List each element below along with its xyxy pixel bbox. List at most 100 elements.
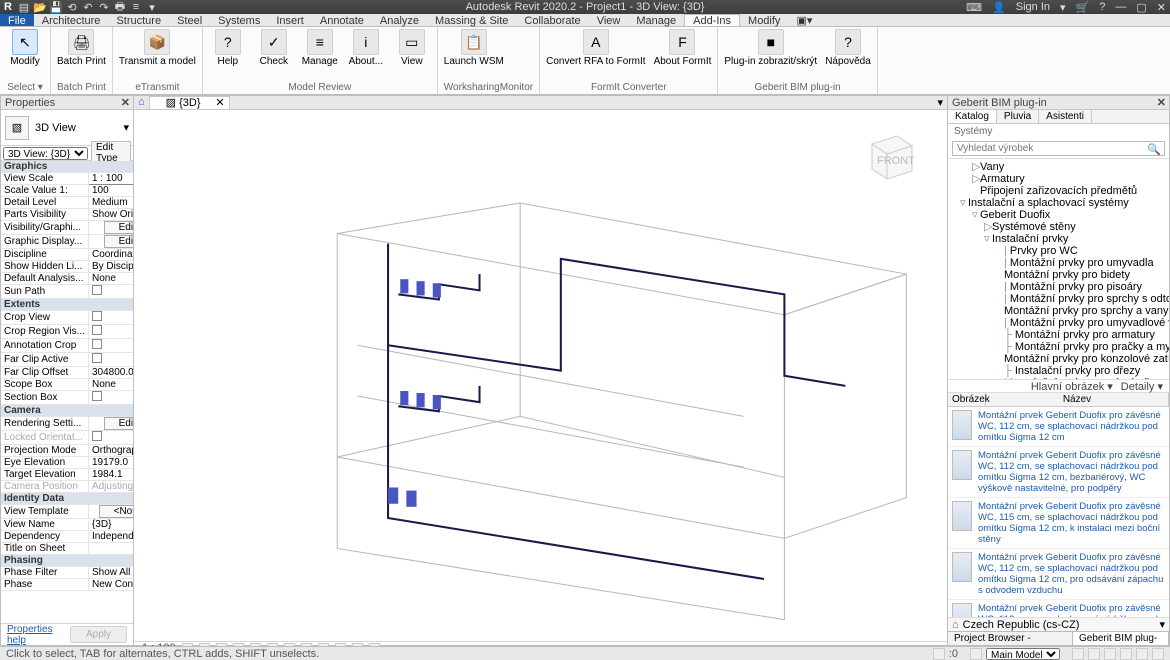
prop-value[interactable]: Orthographic xyxy=(88,445,133,457)
plugin-tab-katalog[interactable]: Katalog xyxy=(948,110,997,123)
tree-node[interactable]: ▿Instalační a splachovací systémy xyxy=(948,197,1169,209)
user-icon[interactable]: 👤 xyxy=(992,1,1006,14)
tab-insert[interactable]: Insert xyxy=(268,14,312,26)
bottom-tab[interactable]: Project Browser - Project1 xyxy=(948,632,1073,645)
prop-value[interactable]: {3D} xyxy=(88,519,133,531)
maximize-icon[interactable]: ▢ xyxy=(1136,1,1146,14)
tab-massing-site[interactable]: Massing & Site xyxy=(427,14,516,26)
tree-twist-icon[interactable]: ▷ xyxy=(984,221,992,233)
select-links-icon[interactable] xyxy=(1072,648,1084,660)
panel-menu-icon[interactable]: ▾ xyxy=(933,96,947,109)
select-underlay-icon[interactable] xyxy=(1088,648,1100,660)
catalog-item[interactable]: Montážní prvek Geberit Duofix pro závěsn… xyxy=(948,407,1169,447)
tab-systems[interactable]: Systems xyxy=(210,14,268,26)
prop-value[interactable]: <None> xyxy=(88,505,133,519)
help-icon[interactable]: ? xyxy=(1099,1,1105,13)
catalog-item[interactable]: Montážní prvek Geberit Duofix pro závěsn… xyxy=(948,600,1169,617)
filter-icon[interactable] xyxy=(1152,648,1164,660)
qat-more-icon[interactable]: ▾ xyxy=(146,1,158,13)
ribbon-convert-rfa-to-formit-button[interactable]: AConvert RFA to FormIt xyxy=(546,29,645,67)
tree-node[interactable]: Montážní prvky pro bidety xyxy=(948,269,1169,281)
qat-print-icon[interactable]: 🖶 xyxy=(114,1,126,13)
tree-node[interactable]: ▿Instalační prvky xyxy=(948,233,1169,245)
prop-value[interactable] xyxy=(88,339,133,353)
drag-icon[interactable] xyxy=(1136,648,1148,660)
tree-twist-icon[interactable]: ▷ xyxy=(972,161,980,173)
tree-node[interactable]: | Montážní prvky pro umyvadlové výlevky xyxy=(948,317,1169,329)
tab-collaborate[interactable]: Collaborate xyxy=(516,14,588,26)
catalog-item[interactable]: Montážní prvek Geberit Duofix pro závěsn… xyxy=(948,447,1169,498)
3d-viewport[interactable]: FRONT xyxy=(134,110,947,641)
prop-value[interactable]: 1 : 100 xyxy=(88,173,133,185)
ribbon-check-button[interactable]: ✓Check xyxy=(255,29,293,67)
keyboard-icon[interactable]: ⌨ xyxy=(966,1,982,14)
ribbon-manage-button[interactable]: ≡Manage xyxy=(301,29,339,67)
document-tab[interactable]: ▨ {3D} ✕ xyxy=(149,96,230,109)
prop-value[interactable]: By Discipline xyxy=(88,261,133,273)
home-icon[interactable]: ⌂ xyxy=(952,619,959,631)
view-cube[interactable]: FRONT xyxy=(857,124,917,184)
prop-value[interactable] xyxy=(88,543,133,555)
tab-analyze[interactable]: Analyze xyxy=(372,14,427,26)
typebox-dropdown-icon[interactable]: ▾ xyxy=(123,121,129,134)
plugin-tab-pluvia[interactable]: Pluvia xyxy=(997,110,1039,123)
tab-architecture[interactable]: Architecture xyxy=(34,14,109,26)
properties-help-link[interactable]: Properties help xyxy=(7,624,70,646)
prop-value[interactable] xyxy=(88,353,133,367)
model-icon[interactable] xyxy=(970,648,982,660)
select-face-icon[interactable] xyxy=(1120,648,1132,660)
prop-value[interactable]: 304800.0 xyxy=(88,367,133,379)
main-model-select[interactable]: Main Model xyxy=(986,648,1060,660)
plugin-tab-asistenti[interactable]: Asistenti xyxy=(1039,110,1092,123)
close-plugin-icon[interactable]: ✕ xyxy=(1157,96,1166,109)
tree-node[interactable]: Montážní prvky pro konzolové zatížení xyxy=(948,353,1169,365)
prop-value[interactable]: Show Original xyxy=(88,209,133,221)
tree-node[interactable]: ▷Armatury xyxy=(948,173,1169,185)
doc-tab-close-icon[interactable]: ✕ xyxy=(215,97,224,110)
prop-value[interactable] xyxy=(88,431,133,445)
prop-value[interactable]: 1984.1 xyxy=(88,469,133,481)
tree-node[interactable]: | Montážní prvky pro pisoáry xyxy=(948,281,1169,293)
prop-value[interactable] xyxy=(88,325,133,339)
bottom-tab[interactable]: Geberit BIM plug-in xyxy=(1073,632,1169,645)
dropdown-icon[interactable]: ▾ xyxy=(1060,1,1066,14)
select-pinned-icon[interactable] xyxy=(1104,648,1116,660)
tree-node[interactable]: Montážní prvky pro sprchy a vany xyxy=(948,305,1169,317)
tree-node[interactable]: ▷Systémové stěny xyxy=(948,221,1169,233)
prop-value[interactable]: Edit... xyxy=(88,417,133,431)
search-input[interactable] xyxy=(952,141,1165,156)
prop-value[interactable] xyxy=(88,391,133,405)
qat-file-icon[interactable]: ▤ xyxy=(18,1,30,13)
prop-value[interactable]: 100 xyxy=(88,185,133,197)
qat-save-icon[interactable]: 💾 xyxy=(50,1,62,13)
tree-twist-icon[interactable]: ▿ xyxy=(960,197,968,209)
cart-icon[interactable]: 🛒 xyxy=(1076,1,1090,14)
prop-value[interactable] xyxy=(88,311,133,325)
tree-twist-icon[interactable]: ▿ xyxy=(972,209,980,221)
ribbon-collapse-icon[interactable]: ▣▾ xyxy=(788,14,820,26)
tab-steel[interactable]: Steel xyxy=(169,14,210,26)
prop-value[interactable]: New Construction xyxy=(88,579,133,591)
catalog-item[interactable]: Montážní prvek Geberit Duofix pro závěsn… xyxy=(948,498,1169,549)
main-image-menu[interactable]: Hlavní obrázek ▾ xyxy=(1031,380,1113,393)
ribbon-view-button[interactable]: ▭View xyxy=(393,29,431,67)
catalog-item[interactable]: Montážní prvek Geberit Duofix pro závěsn… xyxy=(948,549,1169,600)
apply-button[interactable]: Apply xyxy=(70,626,127,643)
tree-node[interactable]: | Montážní prvky pro umyvadla xyxy=(948,257,1169,269)
tab-annotate[interactable]: Annotate xyxy=(312,14,372,26)
ribbon-about-formit-button[interactable]: FAbout FormIt xyxy=(654,29,712,67)
home-tab-icon[interactable]: ⌂ xyxy=(134,96,149,109)
ribbon-n-pov-da-button[interactable]: ?Nápověda xyxy=(825,29,871,67)
prop-value[interactable]: Edit... xyxy=(88,221,133,235)
prop-value[interactable]: Coordination xyxy=(88,249,133,261)
close-properties-icon[interactable]: ✕ xyxy=(121,96,130,109)
qat-open-icon[interactable]: 📂 xyxy=(34,1,46,13)
tree-node[interactable]: Připojení zařizovacích předmětů xyxy=(948,185,1169,197)
tree-node[interactable]: ▷Vany xyxy=(948,161,1169,173)
tree-twist-icon[interactable]: ▿ xyxy=(984,233,992,245)
ribbon-transmit-a-model-button[interactable]: 📦Transmit a model xyxy=(119,29,196,67)
prop-value[interactable]: None xyxy=(88,379,133,391)
tree-node[interactable]: ├ Montážní prvky pro pračky a myčky nádo… xyxy=(948,341,1169,353)
prop-value[interactable]: Independent xyxy=(88,531,133,543)
ribbon-launch-wsm-button[interactable]: 📋Launch WSM xyxy=(444,29,504,67)
